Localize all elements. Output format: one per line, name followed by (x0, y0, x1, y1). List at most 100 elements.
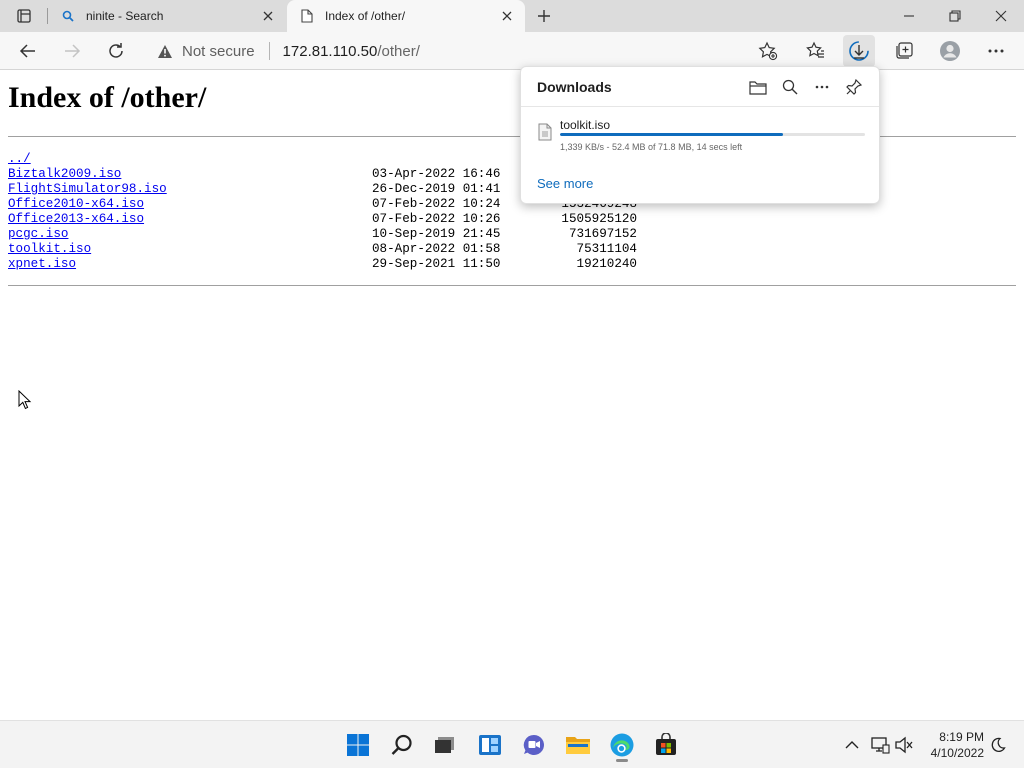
page-icon (299, 8, 315, 24)
folder-icon (566, 737, 590, 754)
system-clock[interactable]: 8:19 PM 4/10/2022 (924, 729, 984, 761)
download-status: 1,339 KB/s - 52.4 MB of 71.8 MB, 14 secs… (560, 142, 743, 152)
tab-actions-icon (17, 9, 31, 23)
forward-button[interactable] (56, 35, 88, 67)
edge-icon (610, 733, 634, 757)
mouse-cursor-icon (18, 390, 32, 410)
profile-button[interactable] (934, 35, 966, 67)
edge-browser-button[interactable] (604, 727, 640, 763)
clock-time: 8:19 PM (939, 730, 984, 744)
file-link[interactable]: Biztalk2009.iso (8, 167, 121, 182)
close-tab-icon[interactable] (258, 6, 278, 26)
file-size: 731697152 (568, 227, 637, 241)
teams-chat-button[interactable] (516, 727, 552, 763)
back-button[interactable] (12, 35, 44, 67)
star-add-icon (758, 41, 778, 61)
search-icon (60, 8, 76, 24)
start-button[interactable] (340, 727, 376, 763)
address-bar[interactable]: Not secure 172.81.110.50/other/ (146, 36, 746, 66)
file-date: 07-Feb-2022 10:26 (372, 212, 501, 226)
settings-more-button[interactable] (980, 35, 1012, 67)
security-label[interactable]: Not secure (182, 43, 255, 60)
widgets-icon (479, 735, 501, 755)
file-link[interactable]: xpnet.iso (8, 257, 76, 272)
file-date: 03-Apr-2022 16:46 (372, 167, 501, 181)
windows-logo-icon (347, 734, 369, 756)
file-size: 75311104 (576, 242, 637, 256)
downloads-header: Downloads (521, 67, 879, 107)
download-progress-fill (560, 133, 783, 136)
network-button[interactable] (868, 733, 892, 757)
tab-actions-button[interactable] (8, 6, 40, 26)
file-link[interactable]: FlightSimulator98.iso (8, 182, 167, 197)
tab-title: ninite - Search (86, 9, 164, 23)
pin-icon (846, 79, 862, 95)
arrow-right-icon (65, 44, 81, 58)
clock-date: 4/10/2022 (930, 746, 984, 760)
tab-index-of-other[interactable]: Index of /other/ (287, 0, 525, 32)
close-tab-icon[interactable] (497, 6, 517, 26)
focus-assist-button[interactable] (986, 733, 1010, 757)
file-link[interactable]: pcgc.iso (8, 227, 68, 242)
file-date: 08-Apr-2022 01:58 (372, 242, 501, 256)
download-progress-bar (560, 133, 865, 136)
file-icon (538, 123, 552, 141)
favorites-icon (806, 41, 824, 58)
add-favorite-button[interactable] (752, 35, 784, 67)
downloads-more-button[interactable] (809, 75, 835, 99)
tab-title: Index of /other/ (325, 9, 406, 23)
search-icon (391, 734, 412, 755)
chevron-up-icon (845, 741, 859, 749)
file-size: 1505925120 (561, 212, 637, 226)
parent-directory-link[interactable]: ../ (8, 152, 31, 167)
file-link[interactable]: toolkit.iso (8, 242, 91, 257)
url-path[interactable]: /other/ (377, 43, 420, 60)
microsoft-store-button[interactable] (648, 727, 684, 763)
file-explorer-button[interactable] (560, 727, 596, 763)
restore-button[interactable] (932, 0, 978, 32)
close-icon (995, 10, 1007, 22)
page-title: Index of /other/ (8, 81, 207, 114)
avatar (940, 41, 960, 61)
downloads-flyout: Downloads toolkit.iso 1,339 KB/s - 52.4 … (520, 66, 880, 204)
navigation-toolbar: Not secure 172.81.110.50/other/ (0, 32, 1024, 70)
new-tab-button[interactable] (532, 5, 556, 27)
chat-icon (523, 734, 544, 755)
warning-icon[interactable] (156, 42, 174, 60)
open-downloads-folder-button[interactable] (745, 75, 771, 99)
arrow-left-icon (19, 44, 35, 58)
file-link[interactable]: Office2013-x64.iso (8, 212, 144, 227)
more-icon (988, 49, 1004, 53)
download-filename[interactable]: toolkit.iso (560, 118, 610, 132)
downloads-button[interactable] (843, 35, 875, 67)
task-view-button[interactable] (426, 727, 462, 763)
collections-icon (896, 42, 913, 59)
minimize-button[interactable] (886, 0, 932, 32)
download-icon (849, 41, 869, 61)
file-link[interactable]: Office2010-x64.iso (8, 197, 144, 212)
network-icon (871, 737, 890, 754)
show-hidden-icons-button[interactable] (840, 733, 864, 757)
more-icon (815, 85, 829, 89)
address-divider (268, 42, 270, 60)
task-view-icon (435, 737, 454, 753)
download-item[interactable]: toolkit.iso 1,339 KB/s - 52.4 MB of 71.8… (521, 115, 879, 157)
file-date: 10-Sep-2019 21:45 (372, 227, 501, 241)
url-host[interactable]: 172.81.110.50 (283, 43, 378, 60)
tab-ninite-search[interactable]: ninite - Search (48, 0, 286, 32)
tab-strip: ninite - Search Index of /other/ (0, 0, 1024, 32)
close-window-button[interactable] (978, 0, 1024, 32)
taskbar: 8:19 PM 4/10/2022 (0, 720, 1024, 768)
volume-button[interactable] (892, 733, 916, 757)
search-downloads-button[interactable] (777, 75, 803, 99)
widgets-button[interactable] (472, 727, 508, 763)
pin-downloads-button[interactable] (841, 75, 867, 99)
file-date: 29-Sep-2021 11:50 (372, 257, 501, 271)
refresh-button[interactable] (100, 35, 132, 67)
file-size: 19210240 (576, 257, 637, 271)
see-more-link[interactable]: See more (537, 176, 593, 191)
store-icon (656, 733, 676, 755)
collections-button[interactable] (888, 35, 920, 67)
favorites-button[interactable] (800, 35, 832, 67)
taskbar-search-button[interactable] (384, 727, 420, 763)
